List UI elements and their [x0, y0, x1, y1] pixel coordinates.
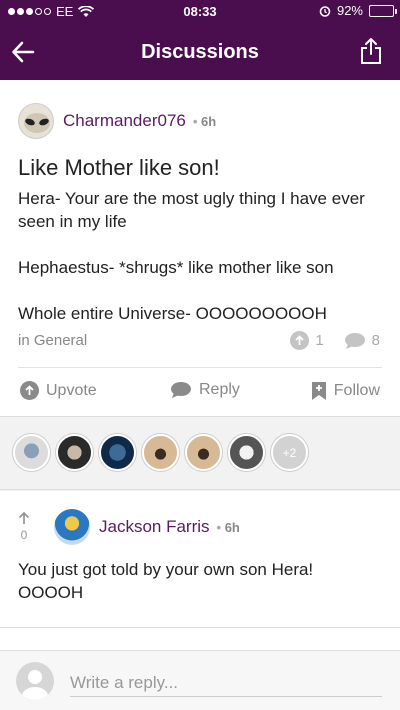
comment: 0 Jackson Farris 6h You just got told by…	[0, 491, 400, 628]
reply-count: 8	[371, 332, 380, 349]
reply-bar	[0, 650, 400, 710]
page-title: Discussions	[141, 41, 259, 63]
post-author-name[interactable]: Charmander076	[63, 111, 186, 131]
top-bar: EE 08:33 92% Discussions	[0, 0, 400, 80]
divider	[18, 367, 382, 368]
battery-percent: 92%	[336, 3, 363, 18]
reply-button[interactable]: Reply	[170, 381, 240, 399]
participant-avatar[interactable]	[13, 434, 50, 471]
comment-text: You just got told by your own son Hera! …	[18, 560, 314, 602]
reply-count-icon	[344, 332, 365, 349]
participant-avatar[interactable]	[99, 434, 136, 471]
comment-vote[interactable]: 0	[13, 511, 35, 542]
follow-button[interactable]: Follow	[311, 381, 380, 401]
comment-author-name[interactable]: Jackson Farris	[99, 517, 210, 537]
comment-author-avatar[interactable]	[54, 509, 90, 545]
upvote-arrow-icon[interactable]	[17, 511, 31, 525]
post-author-row[interactable]: Charmander076 6h	[18, 102, 216, 140]
upvote-count: 1	[315, 332, 324, 349]
upvote-label: Upvote	[46, 381, 97, 399]
post-actions: Upvote Reply Follow	[0, 376, 400, 408]
next-comment-peek	[0, 628, 400, 650]
nav-bar: Discussions	[0, 26, 400, 78]
post-stats: 1 8	[290, 331, 380, 350]
post-body-line: Hera- Your are the most ugly thing I hav…	[18, 189, 365, 231]
upvote-icon	[20, 381, 39, 400]
battery-icon	[369, 4, 397, 17]
alarm-icon	[319, 5, 331, 17]
post-time: 6h	[193, 114, 216, 129]
comment-author-row[interactable]: Jackson Farris 6h	[54, 509, 240, 545]
upvote-button[interactable]: Upvote	[20, 381, 97, 400]
participant-avatar[interactable]	[142, 434, 179, 471]
post-body-line: Hephaestus- *shrugs* like mother like so…	[18, 258, 334, 277]
upvote-count-icon	[290, 331, 310, 350]
author-avatar[interactable]	[18, 103, 54, 139]
participant-avatar[interactable]	[228, 434, 265, 471]
more-participants-badge[interactable]: +2	[271, 434, 308, 471]
status-bar: EE 08:33 92%	[0, 0, 400, 22]
reply-label: Reply	[199, 381, 240, 398]
post-body-line: Whole entire Universe- OOOOOOOOOH	[18, 304, 327, 323]
user-avatar	[16, 662, 54, 700]
share-icon[interactable]	[360, 37, 382, 65]
follow-label: Follow	[333, 382, 380, 399]
alien-face-icon	[24, 113, 50, 133]
bookmark-plus-icon	[311, 382, 326, 400]
participant-avatar[interactable]	[185, 434, 222, 471]
post-category[interactable]: in General	[18, 332, 87, 349]
participants-bar: +2	[0, 417, 400, 490]
reply-input[interactable]	[70, 669, 382, 697]
comment-vote-count: 0	[20, 528, 28, 542]
participant-avatar[interactable]	[56, 434, 93, 471]
post-body: Hera- Your are the most ugly thing I hav…	[18, 187, 378, 348]
comment-time: 6h	[217, 520, 240, 535]
speech-bubble-icon	[171, 382, 191, 398]
person-silhouette-icon	[22, 670, 48, 700]
post-title: Like Mother like son!	[18, 155, 220, 180]
post-card: Charmander076 6h Like Mother like son! H…	[0, 80, 400, 417]
